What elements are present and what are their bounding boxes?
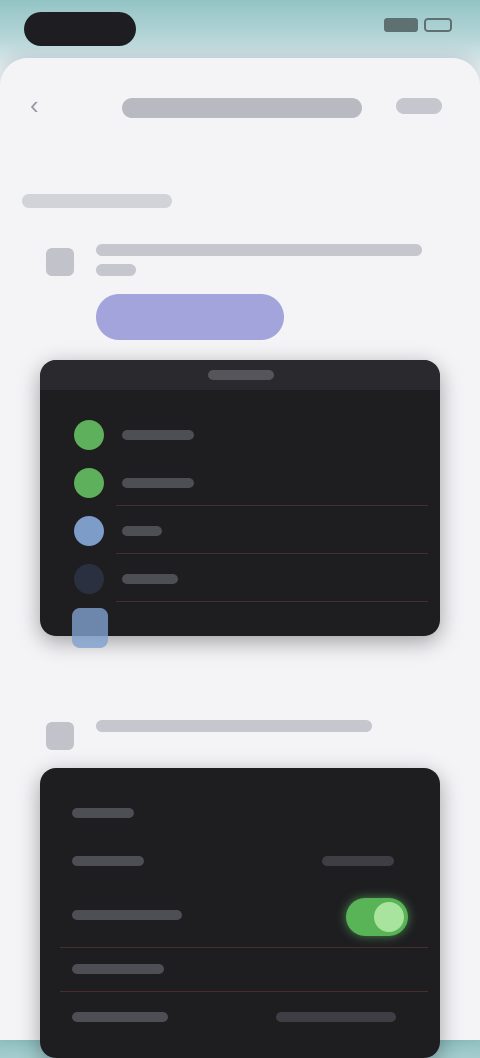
step-1-text-line-2: [96, 264, 136, 276]
settings-row-label: [72, 964, 164, 974]
list-item[interactable]: [40, 556, 440, 602]
list-item-label: [122, 526, 162, 536]
row-divider: [116, 553, 428, 554]
settings-row-label: [72, 1012, 168, 1022]
list-item[interactable]: [40, 508, 440, 554]
app-icon: [72, 608, 108, 648]
settings-row-label: [72, 808, 134, 818]
battery-icon: [424, 18, 452, 32]
list-item[interactable]: [40, 460, 440, 506]
signal-icon: [384, 18, 418, 32]
settings-row-value: [276, 1012, 396, 1022]
status-time-pill: [24, 12, 136, 46]
list-item-label: [122, 574, 178, 584]
green-app-icon: [74, 468, 104, 498]
toggle-knob: [374, 902, 404, 932]
settings-row[interactable]: [40, 838, 440, 884]
list-item-label: [122, 478, 194, 488]
settings-sheet: ‹: [0, 58, 480, 1058]
more-icon[interactable]: [396, 98, 442, 114]
step-1-text-line-1: [96, 244, 422, 256]
step-2-text-line-1: [96, 720, 372, 732]
settings-row-label: [72, 910, 182, 920]
toggle-switch[interactable]: [346, 898, 408, 936]
nav-bar: ‹: [0, 58, 480, 158]
open-settings-button[interactable]: [96, 294, 284, 340]
dark-app-icon: [74, 564, 104, 594]
status-bar: [0, 0, 480, 60]
step-1-icon: [46, 248, 74, 276]
settings-row[interactable]: [40, 790, 440, 836]
row-divider: [116, 601, 428, 602]
settings-row[interactable]: [40, 994, 440, 1040]
page-title: [118, 98, 362, 120]
settings-panel: [40, 768, 440, 1058]
green-app-icon: [74, 420, 104, 450]
panel-header: [40, 360, 440, 390]
row-divider: [60, 991, 428, 992]
section-label: [22, 194, 172, 208]
settings-row[interactable]: [40, 946, 440, 992]
panel-header-title: [208, 370, 274, 380]
row-divider: [116, 505, 428, 506]
list-item-label: [122, 430, 194, 440]
blue-app-icon: [74, 516, 104, 546]
status-icons: [384, 18, 452, 32]
settings-row-toggle[interactable]: [40, 886, 440, 948]
app-list-panel: [40, 360, 440, 636]
settings-row-value: [322, 856, 394, 866]
step-2-icon: [46, 722, 74, 750]
list-item[interactable]: [40, 412, 440, 458]
chevron-left-icon[interactable]: ‹: [30, 92, 52, 118]
settings-row-label: [72, 856, 144, 866]
